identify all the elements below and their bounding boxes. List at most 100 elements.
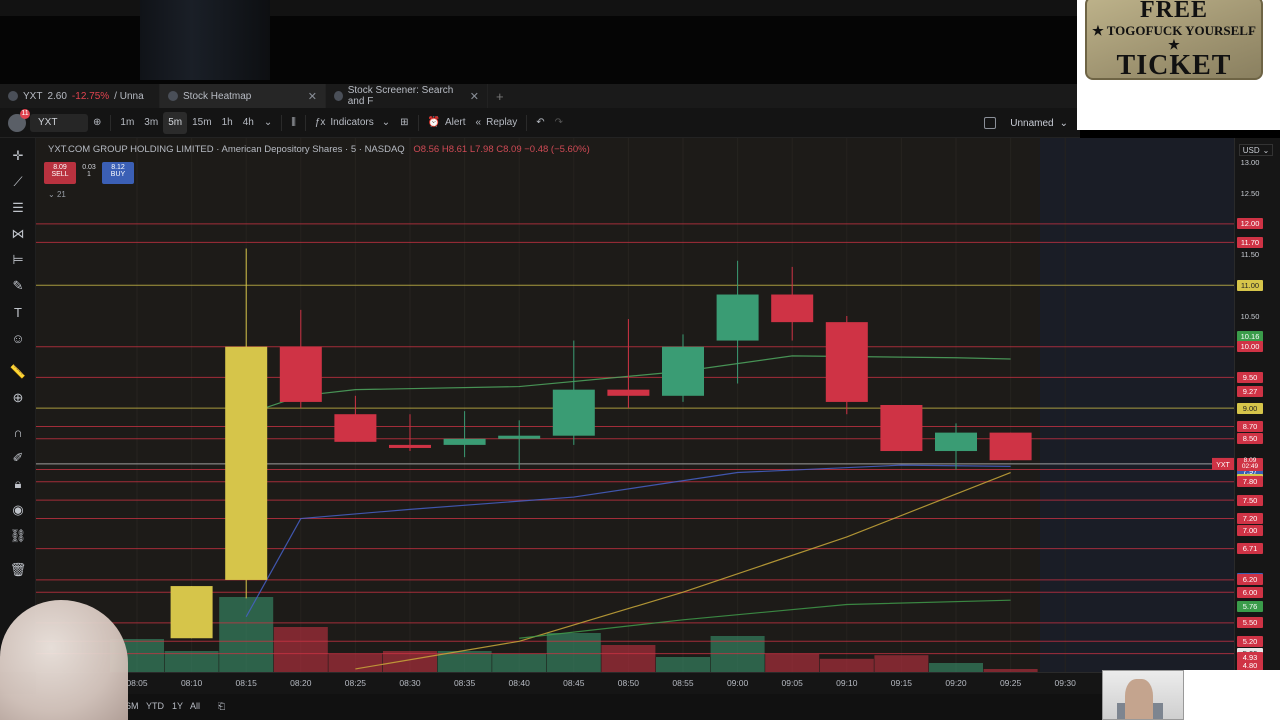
candle-body [662, 346, 704, 396]
tab-stock-heatmap[interactable]: Stock Heatmap ✕ [160, 84, 326, 108]
range-all[interactable]: All [190, 701, 200, 711]
magnet-icon[interactable]: ∩ [8, 422, 28, 442]
time-tick-label: 09:15 [890, 678, 913, 688]
webcam-feed [140, 0, 270, 80]
price-chart[interactable]: YXT [36, 138, 1234, 672]
lock-drawing-icon[interactable]: ✐ [8, 448, 28, 468]
close-icon[interactable]: ✕ [470, 90, 479, 103]
trash-icon[interactable]: 🗑︎ [8, 560, 28, 580]
time-tick-label: 09:25 [999, 678, 1022, 688]
chevron-down-icon: ⌄ [1059, 117, 1068, 129]
currency-selector[interactable]: USD ⌄ [1239, 144, 1273, 156]
volume-bar [601, 645, 656, 672]
tab-stock-screener[interactable]: Stock Screener: Search and F ✕ [326, 84, 488, 108]
volume-bar [273, 627, 328, 672]
pattern-icon[interactable]: ⋈ [8, 224, 28, 244]
interval-5m[interactable]: 5m [163, 111, 188, 134]
candle-body [498, 435, 541, 439]
interval-1m[interactable]: 1m [115, 112, 139, 134]
time-tick-label: 08:25 [344, 678, 367, 688]
tab-yxt[interactable]: YXT 2.60 -12.75% / Unna [0, 84, 160, 108]
sell-price: 8.09 [53, 164, 67, 171]
time-axis[interactable]: 08:05 08:10 08:15 08:20 08:25 08:30 08:35 08:40… [36, 672, 1234, 694]
new-tab-icon[interactable]: + [488, 89, 512, 104]
time-tick-label: 08:10 [180, 678, 203, 688]
text-icon[interactable]: T [8, 302, 28, 322]
interval-3m[interactable]: 3m [139, 112, 163, 134]
candle-body [825, 322, 868, 402]
zoom-icon[interactable]: ⊕ [8, 388, 28, 408]
range-1y[interactable]: 1Y [172, 701, 183, 711]
fib-icon[interactable]: ☰ [8, 198, 28, 218]
date-range-icon[interactable]: ⎗ [218, 701, 225, 712]
time-tick-label: 09:30 [1054, 678, 1076, 688]
chart-pane[interactable]: YXT YXT.COM GROUP HOLDING LIMITED · Amer… [36, 138, 1234, 672]
redo-icon[interactable]: ↷ [550, 112, 568, 134]
templates-icon[interactable]: ⊞ [395, 112, 413, 134]
price-label: 6.20 [1237, 574, 1263, 586]
layout-menu[interactable]: Unnamed ⌄ [984, 108, 1080, 138]
time-tick-label: 08:05 [126, 678, 148, 688]
price-scale[interactable]: USD ⌄ 13.00 12.50 12.00 11.70 11.50 11.00 10.5… [1234, 138, 1280, 672]
eye-icon[interactable]: ◉ [8, 500, 28, 520]
volume-bar [656, 657, 710, 672]
sell-button[interactable]: 8.09 SELL [44, 162, 76, 184]
prediction-icon[interactable]: ⊨ [8, 250, 28, 270]
notification-badge: 11 [20, 108, 30, 119]
candle-body [552, 389, 595, 436]
tab-label: Stock Screener: Search and F [347, 85, 454, 107]
brush-icon[interactable]: ✎ [8, 276, 28, 296]
price-label: 6.00 [1237, 586, 1263, 598]
trendline-icon[interactable]: ⟋ [8, 172, 28, 192]
bar-countdown: 02:49 [1241, 463, 1259, 471]
replay-icon: « [475, 117, 482, 128]
legend-title: YXT.COM GROUP HOLDING LIMITED · American… [48, 144, 405, 155]
collapse-indicators-button[interactable]: ⌄ 21 [48, 190, 66, 199]
interval-1h[interactable]: 1h [217, 112, 238, 134]
quantity-box[interactable]: 0.03 1 [79, 162, 99, 184]
price-label: 5.20 [1237, 635, 1263, 647]
chevron-down-icon[interactable]: ⌄ [259, 112, 277, 134]
link-icon[interactable]: ⛓ [8, 526, 28, 546]
indicators-button[interactable]: ƒx Indicators ⌄ [310, 112, 395, 134]
compare-icon[interactable]: ⊕ [88, 112, 106, 134]
alert-button[interactable]: ⏰ Alert [423, 112, 471, 134]
emoji-icon[interactable]: ☺ [8, 328, 28, 348]
candles-icon[interactable]: ⫼ [286, 112, 301, 134]
replay-button[interactable]: « Replay [471, 112, 523, 134]
price-label: 9.50 [1237, 371, 1263, 383]
price-label: 12.50 [1240, 188, 1260, 198]
crosshair-icon[interactable]: ✛ [8, 146, 28, 166]
lock-icon[interactable]: 🔒︎ [8, 474, 28, 494]
second-webcam [1102, 670, 1184, 720]
time-tick-label: 08:50 [617, 678, 640, 688]
chart-toolbar: 11 YXT ⊕ 1m 3m 5m 15m 1h 4h ⌄ ⫼ ƒx Indic… [0, 108, 1080, 138]
corner-panel [1184, 670, 1280, 720]
volume-bar [164, 651, 219, 672]
interval-15m[interactable]: 15m [187, 112, 216, 134]
time-tick-label: 08:45 [563, 678, 585, 688]
candle-body [334, 414, 377, 442]
buy-price: 8.12 [111, 164, 125, 171]
ruler-icon[interactable]: 📏 [8, 362, 28, 382]
divider [281, 114, 283, 131]
layout-checkbox[interactable] [984, 117, 997, 129]
range-ytd[interactable]: YTD [146, 701, 164, 711]
buy-button[interactable]: 8.12 BUY [102, 162, 134, 184]
price-label: 9.00 [1237, 402, 1263, 414]
bottom-range-bar: 6M YTD 1Y All ⎗ [0, 694, 1280, 720]
symbol-search-input[interactable]: YXT [30, 113, 88, 132]
tab-price: 2.60 [47, 90, 67, 102]
volume-bar [819, 658, 874, 672]
stream-top-area [0, 0, 1080, 84]
volume-bar [874, 655, 929, 672]
chart-legend: YXT.COM GROUP HOLDING LIMITED · American… [48, 144, 590, 155]
close-icon[interactable]: ✕ [308, 90, 317, 103]
tab-suffix: / Unna [114, 90, 144, 102]
chevron-down-icon: ⌄ [1262, 145, 1270, 155]
undo-icon[interactable]: ↶ [531, 112, 549, 134]
avatar[interactable]: 11 [8, 108, 30, 132]
interval-4h[interactable]: 4h [238, 112, 259, 134]
buy-sell-panel: 8.09 SELL 0.03 1 8.12 BUY [44, 162, 134, 184]
volume-bar [929, 663, 983, 672]
